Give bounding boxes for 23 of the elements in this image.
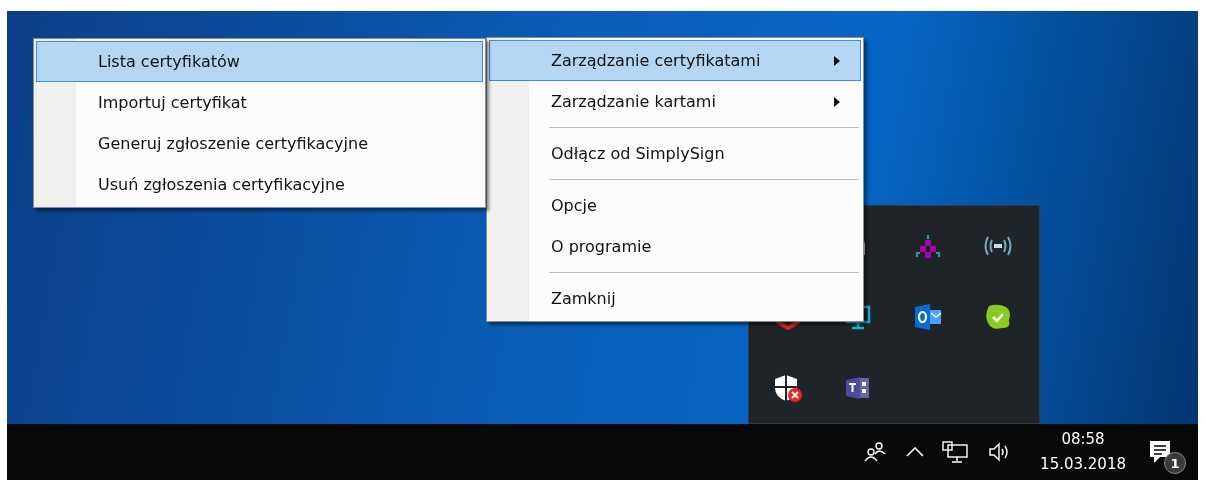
network-icon[interactable] [942, 441, 969, 463]
chat-bubble-icon[interactable] [984, 302, 1012, 331]
clock-time: 08:58 [1061, 429, 1105, 450]
menu-item[interactable]: Zamknij [489, 278, 861, 319]
menu-item[interactable]: Usuń zgłoszenia certyfikacyjne [36, 164, 483, 205]
menu-item[interactable]: Lista certyfikatów [36, 41, 483, 82]
chevron-up-icon[interactable] [906, 447, 925, 457]
shield-warning-icon[interactable] [773, 372, 803, 403]
clock-date: 15.03.2018 [1040, 454, 1126, 475]
clock[interactable]: 08:58 15.03.2018 [1040, 427, 1126, 477]
menu-item[interactable]: Generuj zgłoszenie certyfikacyjne [36, 123, 483, 164]
menu-item[interactable]: Zarządzanie kartami [489, 81, 861, 122]
volume-icon[interactable] [988, 442, 1011, 462]
network-nodes-icon[interactable] [915, 232, 941, 259]
people-icon[interactable] [864, 442, 887, 462]
menu-item[interactable]: Opcje [489, 185, 861, 226]
notification-count: 1 [1164, 452, 1186, 474]
notification-icon[interactable] [1148, 439, 1172, 465]
menu-item[interactable]: Importuj certyfikat [36, 82, 483, 123]
menu-item[interactable]: O programie [489, 226, 861, 267]
mail-app-icon[interactable] [913, 301, 943, 332]
menu-item[interactable]: Odłącz od SimplySign [489, 133, 861, 174]
menu-item[interactable]: Zarządzanie certyfikatami [489, 40, 861, 81]
